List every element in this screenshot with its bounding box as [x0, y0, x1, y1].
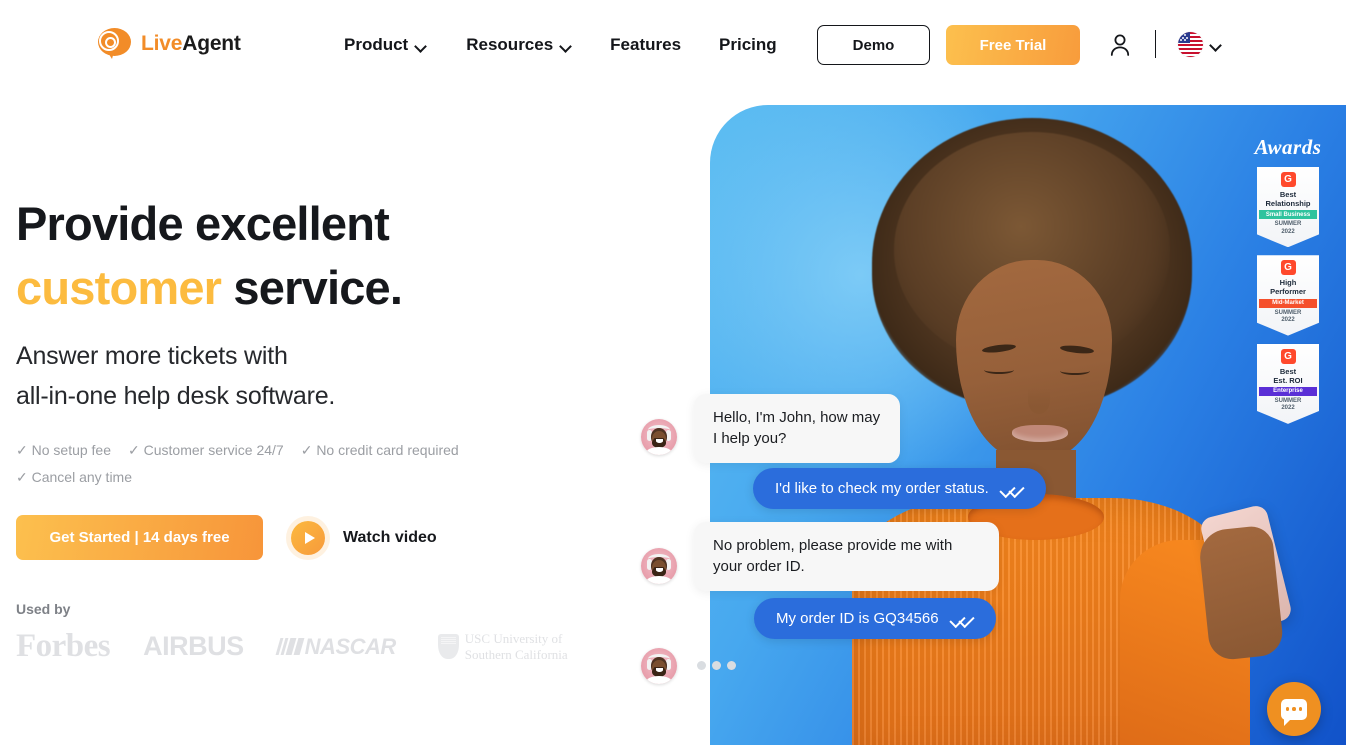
agent-avatar: [641, 548, 677, 584]
nav-item-features[interactable]: Features: [610, 35, 681, 55]
award-period-year: 2022: [1281, 405, 1295, 412]
nav-item-resources[interactable]: Resources: [466, 35, 572, 55]
award-badge-period: SUMMER 2022: [1260, 398, 1316, 413]
award-period-season: SUMMER: [1274, 221, 1302, 228]
headline-rest: service.: [221, 261, 403, 315]
award-badge-best-relationship: G Best Relationship Small Business SUMMER…: [1257, 167, 1319, 248]
demo-button[interactable]: Demo: [817, 25, 930, 65]
subhead-line-1: Answer more tickets with: [16, 342, 288, 370]
chat-message-agent-1: Hello, I'm John, how may I help you?: [694, 394, 900, 463]
hero-subheading: Answer more tickets with all-in-one help…: [16, 337, 335, 416]
watch-video-button[interactable]: Watch video: [291, 521, 437, 555]
brand-logo-strip: Forbes AIRBUS NASCAR USC University of S…: [16, 628, 568, 665]
usc-shield-icon: [437, 634, 459, 659]
nav-item-pricing[interactable]: Pricing: [719, 35, 777, 55]
forbes-logo: Forbes: [16, 628, 111, 664]
chevron-down-icon: [561, 42, 572, 49]
award-badge-title: High Performer: [1270, 278, 1306, 297]
award-badge-segment: Enterprise: [1259, 386, 1317, 396]
usc-logo: USC University of Southern California: [437, 630, 568, 663]
chat-bubble-dots-icon: [1281, 698, 1307, 726]
feature-item-no-setup-fee: ✓ No setup fee: [16, 442, 112, 458]
subhead-line-2: all-in-one help desk software.: [16, 381, 336, 410]
chat-message-user-1-text: I'd like to check my order status.: [775, 480, 989, 497]
feature-item-cancel-any-time: ✓ Cancel any time: [16, 469, 132, 486]
g2-icon: G: [1280, 172, 1296, 187]
headline-line-1: Provide excellent: [16, 197, 390, 250]
logo-text: LiveAgent: [141, 32, 241, 56]
award-period-year: 2022: [1281, 228, 1295, 235]
hero-feature-list: ✓ No setup fee ✓ Customer service 24/7 ✓ N…: [16, 437, 476, 492]
award-badge-period: SUMMER 2022: [1260, 310, 1316, 325]
get-started-button[interactable]: Get Started | 14 days free: [16, 515, 263, 560]
chat-message-agent-2: No problem, please provide me with your …: [694, 522, 999, 591]
chat-message-user-2-text: My order ID is GQ34566: [776, 610, 939, 627]
main-navigation: Product Resources Features Pricing: [344, 0, 777, 90]
award-badge-title: Best Est. ROI: [1273, 366, 1303, 385]
g2-icon: G: [1280, 348, 1296, 364]
nav-item-resources-label: Resources: [466, 35, 554, 54]
nascar-logo: NASCAR: [275, 633, 397, 660]
award-period-year: 2022: [1281, 317, 1295, 324]
logo[interactable]: LiveAgent: [98, 28, 241, 60]
award-badge-period: SUMMER 2022: [1260, 221, 1316, 236]
award-badge-high-performer: G High Performer Mid-Market SUMMER 2022: [1257, 255, 1319, 336]
us-flag-icon: [1178, 32, 1203, 57]
logo-text-agent: Agent: [182, 32, 241, 55]
nav-item-product[interactable]: Product: [344, 35, 427, 55]
headline-accent: customer: [16, 261, 222, 315]
awards-panel: Awards G Best Relationship Small Business…: [1246, 135, 1330, 432]
user-icon[interactable]: [1108, 32, 1132, 57]
language-selector[interactable]: [1178, 32, 1222, 57]
free-trial-button[interactable]: Free Trial: [946, 25, 1080, 65]
chat-widget-button[interactable]: [1267, 682, 1321, 736]
at-speech-bubble-icon: [98, 28, 132, 60]
nav-item-product-label: Product: [344, 35, 409, 54]
chevron-down-icon: [416, 42, 427, 49]
nav-item-pricing-label: Pricing: [719, 35, 777, 54]
logo-text-live: Live: [141, 32, 183, 55]
airbus-logo: AIRBUS: [143, 631, 244, 661]
feature-item-customer-service: ✓ Customer service 24/7: [128, 442, 284, 458]
chevron-down-icon: [1211, 41, 1222, 48]
nascar-logo-text: NASCAR: [304, 633, 397, 659]
feature-item-no-credit-card: ✓ No credit card required: [300, 442, 459, 458]
header-divider: [1155, 30, 1156, 58]
used-by-label: Used by: [16, 601, 71, 617]
double-check-icon: [1003, 482, 1026, 496]
agent-avatar: [641, 648, 677, 684]
award-badge-best-est-roi: G Best Est. ROI Enterprise SUMMER 2022: [1257, 343, 1319, 424]
nav-item-features-label: Features: [610, 35, 682, 54]
award-badge-segment: Small Business: [1259, 210, 1317, 220]
play-icon: [291, 521, 325, 555]
page-title: Provide excellent customer service.: [16, 192, 403, 321]
award-badge-title: Best Relationship: [1265, 190, 1311, 209]
award-badge-segment: Mid-Market: [1259, 298, 1317, 308]
award-period-season: SUMMER: [1274, 309, 1302, 316]
watch-video-label: Watch video: [343, 529, 437, 546]
chat-message-user-2: My order ID is GQ34566: [754, 598, 996, 639]
double-check-icon: [953, 612, 976, 626]
usc-logo-line-1: USC University of: [464, 630, 563, 646]
site-header: LiveAgent Product Resources Features Pri…: [0, 0, 1346, 90]
awards-title: Awards: [1254, 135, 1322, 159]
chat-message-user-1: I'd like to check my order status.: [753, 468, 1046, 509]
agent-avatar: [641, 419, 677, 455]
usc-logo-line-2: Southern California: [464, 646, 568, 662]
g2-icon: G: [1280, 260, 1296, 276]
award-period-season: SUMMER: [1274, 397, 1302, 404]
